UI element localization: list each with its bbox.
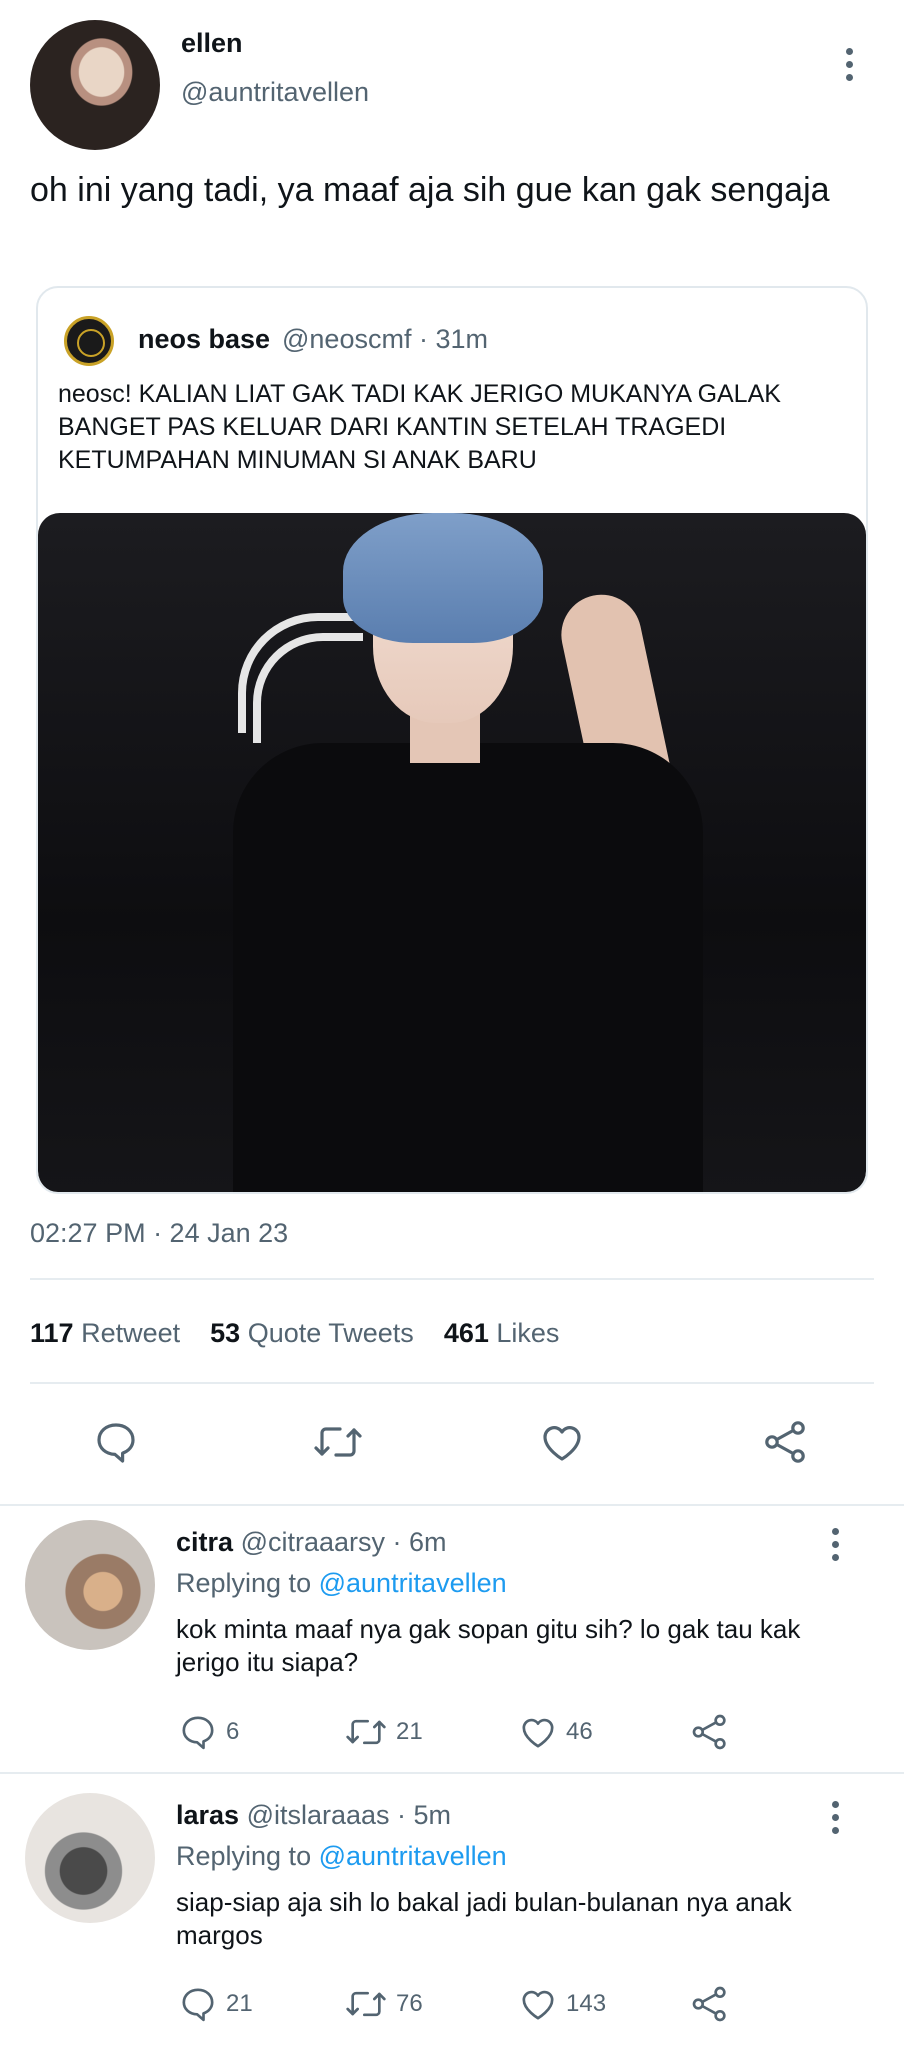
reply-author-meta: @itslaraaas · 5m bbox=[246, 1800, 452, 1830]
replying-to-link[interactable]: @auntritavellen bbox=[319, 1568, 507, 1598]
reply-author-meta: @citraaarsy · 6m bbox=[240, 1527, 447, 1557]
heart-icon bbox=[522, 1990, 554, 2020]
separator bbox=[0, 1772, 904, 1774]
reply-count: 21 bbox=[226, 1990, 253, 2017]
share-button[interactable] bbox=[762, 1418, 810, 1466]
share-icon bbox=[765, 1421, 805, 1463]
reply-text: kok minta maaf nya gak sopan gitu sih? l… bbox=[176, 1614, 801, 1677]
likes-stat[interactable]: 461 Likes bbox=[444, 1318, 560, 1349]
share-icon bbox=[692, 1986, 726, 2022]
reply-author-name[interactable]: citra bbox=[176, 1527, 233, 1557]
more-vertical-icon[interactable] bbox=[832, 1528, 839, 1561]
comment-icon bbox=[182, 1716, 214, 1750]
replying-to: Replying to @auntritavellen bbox=[176, 1568, 507, 1599]
quoted-tweet-photo[interactable] bbox=[38, 513, 866, 1192]
retweet-count: 21 bbox=[396, 1718, 423, 1745]
separator bbox=[0, 1504, 904, 1506]
retweet-icon bbox=[346, 1991, 386, 2017]
share-icon bbox=[692, 1714, 726, 1750]
retweet-button[interactable]: 21 bbox=[344, 1712, 423, 1752]
divider bbox=[30, 1382, 874, 1384]
likes-count: 461 bbox=[443, 1318, 489, 1348]
replying-to-link[interactable]: @auntritavellen bbox=[319, 1841, 507, 1871]
reply-avatar[interactable] bbox=[25, 1520, 155, 1650]
quoted-tweet-text: neosc! KALIAN LIAT GAK TADI KAK JERIGO M… bbox=[58, 380, 781, 474]
reply-author-name[interactable]: laras bbox=[176, 1800, 239, 1830]
author-name[interactable]: ellen bbox=[181, 28, 243, 59]
retweet-icon bbox=[314, 1427, 362, 1457]
retweet-count: 76 bbox=[396, 1990, 423, 2017]
like-button[interactable] bbox=[538, 1418, 586, 1466]
retweet-button[interactable]: 76 bbox=[344, 1984, 423, 2024]
reply-button[interactable]: 6 bbox=[178, 1712, 239, 1752]
photo-hair bbox=[343, 513, 543, 643]
divider bbox=[30, 1278, 874, 1280]
tweet-timestamp: 02:27 PM · 24 Jan 23 bbox=[30, 1218, 289, 1248]
quoted-author-name: neos base bbox=[138, 324, 271, 354]
quoted-tweet[interactable]: neos base @neoscmf · 31m neosc! KALIAN L… bbox=[36, 286, 868, 1194]
like-button[interactable]: 143 bbox=[518, 1984, 606, 2024]
reply-header: laras @itslaraaas · 5m bbox=[176, 1800, 451, 1831]
like-button[interactable]: 46 bbox=[518, 1712, 593, 1752]
tweet-text: oh ini yang tadi, ya maaf aja sih gue ka… bbox=[30, 171, 830, 209]
reply-count: 6 bbox=[226, 1718, 240, 1745]
share-button[interactable] bbox=[690, 1712, 730, 1752]
author-avatar[interactable] bbox=[30, 20, 160, 150]
reply-avatar[interactable] bbox=[25, 1793, 155, 1923]
quoted-author-meta: @neoscmf · 31m bbox=[282, 324, 488, 354]
tweet-stats: 117 Retweet 53 Quote Tweets 461 Likes bbox=[30, 1318, 559, 1349]
retweets-stat[interactable]: 117 Retweet bbox=[30, 1318, 180, 1349]
reply-text: siap-siap aja sih lo bakal jadi bulan-bu… bbox=[176, 1887, 792, 1950]
retweets-label: Retweet bbox=[81, 1318, 181, 1348]
replying-to: Replying to @auntritavellen bbox=[176, 1841, 507, 1872]
retweet-button[interactable] bbox=[312, 1418, 364, 1466]
replying-to-label: Replying to bbox=[176, 1568, 312, 1598]
share-button[interactable] bbox=[690, 1984, 730, 2024]
like-count: 143 bbox=[566, 1990, 607, 2017]
like-count: 46 bbox=[566, 1718, 593, 1745]
reply-button[interactable] bbox=[92, 1418, 140, 1466]
photo-shirt bbox=[233, 743, 703, 1192]
reply-header: citra @citraaarsy · 6m bbox=[176, 1527, 447, 1558]
more-vertical-icon[interactable] bbox=[846, 48, 853, 81]
retweets-count: 117 bbox=[30, 1318, 74, 1348]
retweet-icon bbox=[346, 1719, 386, 1745]
heart-icon bbox=[522, 1718, 554, 1748]
quotes-label: Quote Tweets bbox=[247, 1318, 414, 1348]
likes-label: Likes bbox=[496, 1318, 560, 1348]
author-handle[interactable]: @auntritavellen bbox=[181, 77, 369, 108]
comment-icon bbox=[97, 1423, 135, 1463]
replying-to-label: Replying to bbox=[176, 1841, 312, 1871]
quotes-count: 53 bbox=[210, 1318, 241, 1348]
reply-button[interactable]: 21 bbox=[178, 1984, 253, 2024]
heart-icon bbox=[543, 1426, 581, 1461]
quoted-author-avatar bbox=[64, 316, 114, 366]
quotes-stat[interactable]: 53 Quote Tweets bbox=[210, 1318, 414, 1349]
comment-icon bbox=[182, 1988, 214, 2022]
more-vertical-icon[interactable] bbox=[832, 1801, 839, 1834]
